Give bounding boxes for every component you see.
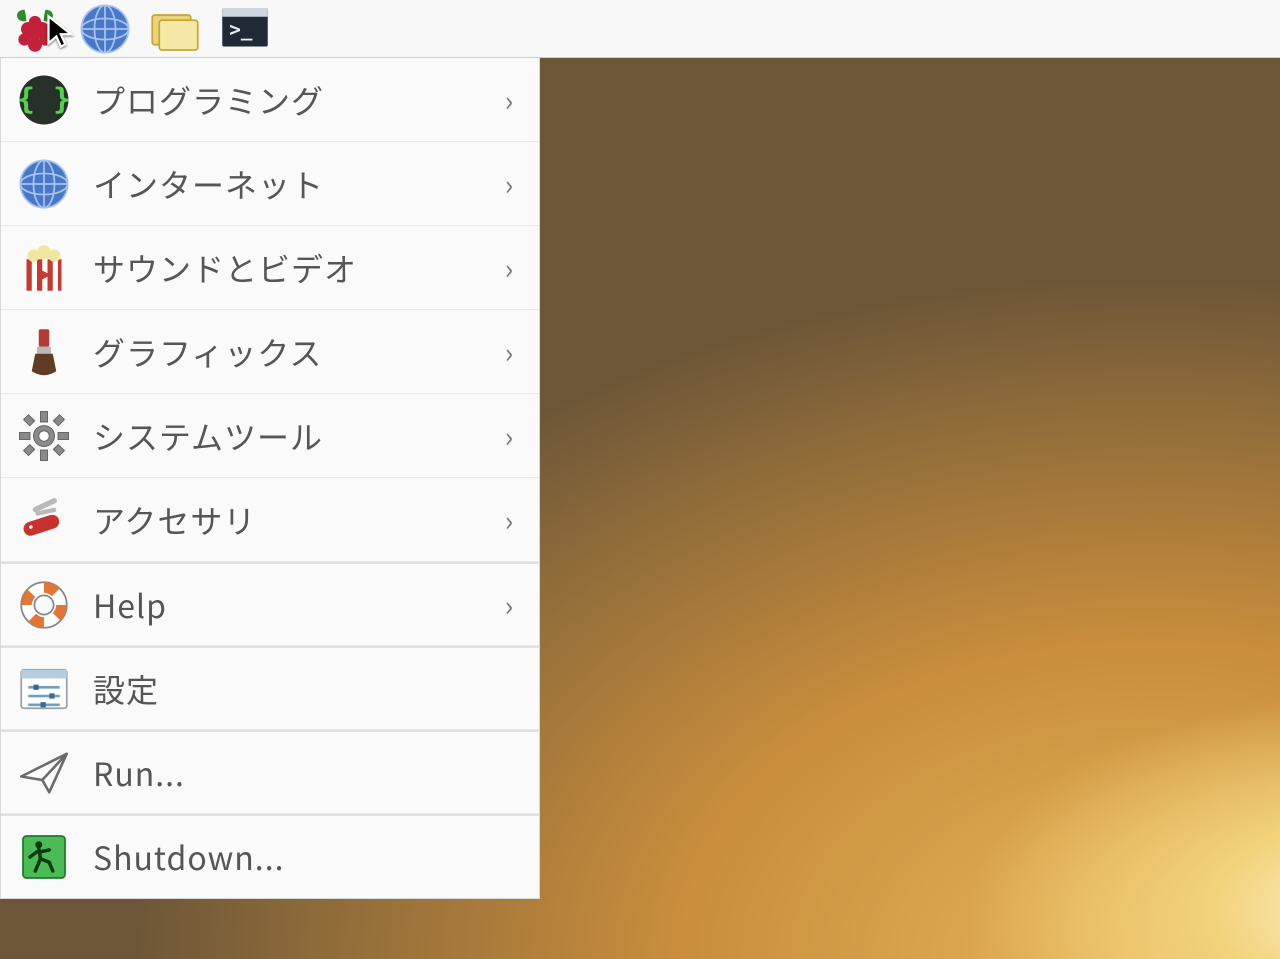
menu-item-label: グラフィックス: [93, 329, 477, 375]
terminal-icon: [216, 0, 274, 58]
chevron-right-icon: ›: [497, 332, 521, 372]
lifebuoy-icon: [15, 576, 73, 634]
menu-item-sound-video[interactable]: サウンドとビデオ ›: [1, 226, 539, 310]
globe-icon: [15, 155, 73, 213]
menu-item-label: システムツール: [93, 413, 477, 459]
menu-item-label: Shutdown...: [93, 834, 477, 880]
chevron-right-icon: ›: [497, 500, 521, 540]
menu-item-help[interactable]: Help ›: [1, 562, 539, 646]
menu-item-shutdown[interactable]: Shutdown...: [1, 814, 539, 898]
menu-item-label: インターネット: [93, 161, 477, 207]
paintbrush-icon: [15, 323, 73, 381]
menu-item-graphics[interactable]: グラフィックス ›: [1, 310, 539, 394]
popcorn-icon: [15, 239, 73, 297]
menu-item-programming[interactable]: プログラミング ›: [1, 58, 539, 142]
chevron-right-icon: ›: [497, 248, 521, 288]
menu-item-label: アクセサリ: [93, 497, 477, 543]
sliders-icon: [15, 660, 73, 718]
menu-item-internet[interactable]: インターネット ›: [1, 142, 539, 226]
paperplane-icon: [15, 744, 73, 802]
globe-icon: [76, 0, 134, 58]
menu-item-label: サウンドとビデオ: [93, 245, 477, 291]
folder-icon: [146, 0, 204, 58]
menu-item-accessories[interactable]: アクセサリ ›: [1, 478, 539, 562]
raspberry-icon: [6, 0, 64, 58]
menu-item-run[interactable]: Run...: [1, 730, 539, 814]
web-browser-button[interactable]: [76, 3, 134, 55]
menu-item-label: Help: [93, 582, 477, 628]
chevron-right-icon: ›: [497, 585, 521, 625]
swissknife-icon: [15, 491, 73, 549]
taskbar: [0, 0, 1280, 58]
chevron-right-icon: ›: [497, 416, 521, 456]
file-manager-button[interactable]: [146, 3, 204, 55]
gear-icon: [15, 407, 73, 465]
chevron-right-icon: ›: [497, 164, 521, 204]
menu-button[interactable]: [6, 3, 64, 55]
exit-icon: [15, 828, 73, 886]
menu-item-preferences[interactable]: 設定: [1, 646, 539, 730]
terminal-button[interactable]: [216, 3, 274, 55]
menu-item-system-tools[interactable]: システムツール ›: [1, 394, 539, 478]
chevron-right-icon: ›: [497, 80, 521, 120]
menu-item-label: プログラミング: [93, 77, 477, 123]
menu-item-label: Run...: [93, 750, 477, 796]
code-braces-icon: [15, 71, 73, 129]
application-menu: プログラミング › インターネット › サウンドとビデオ › グラフィックス ›…: [0, 58, 540, 899]
menu-item-label: 設定: [93, 666, 477, 712]
